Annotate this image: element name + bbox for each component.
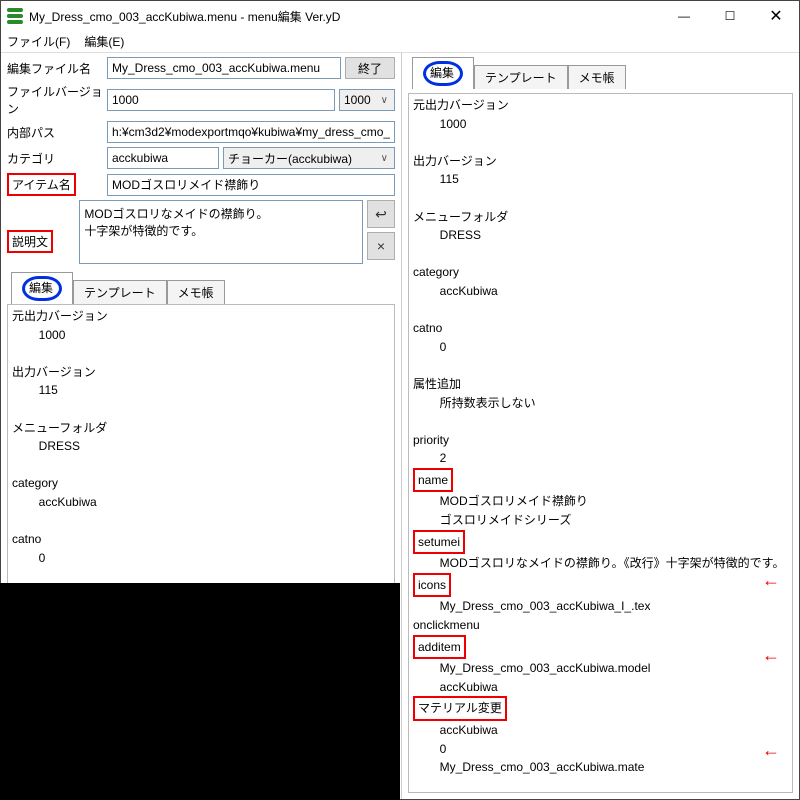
right-label-material: マテリアル変更 (413, 696, 507, 721)
clear-button[interactable]: × (367, 232, 395, 260)
right-label-additem: additem (413, 635, 466, 660)
menu-edit[interactable]: 編集(E) (84, 33, 124, 50)
right-onclick[interactable]: onclickmenu (413, 616, 782, 635)
window-controls: — ☐ ✕ (661, 1, 799, 31)
fileversion-input[interactable] (107, 89, 335, 111)
category-input[interactable] (107, 147, 219, 169)
internalpath-input[interactable] (107, 121, 395, 143)
filename-input[interactable] (107, 57, 341, 79)
description-textarea[interactable] (79, 200, 363, 264)
fileversion-select[interactable]: 1000 (339, 89, 395, 111)
right-tabs: 編集 テンプレート メモ帳 (408, 57, 799, 89)
right-name-body[interactable]: MODゴスロリメイド襟飾り ゴスロリメイドシリーズ (413, 492, 782, 529)
category-select[interactable]: チョーカー(acckubiwa) (223, 147, 395, 169)
left-tab-memo[interactable]: メモ帳 (167, 280, 225, 304)
right-block1[interactable]: 元出力バージョン 1000 出力バージョン 115 メニューフォルダ DRESS… (413, 96, 782, 468)
right-tab-edit[interactable]: 編集 (412, 57, 474, 89)
close-button[interactable]: ✕ (753, 1, 799, 31)
label-category: カテゴリ (7, 150, 107, 167)
label-itemname: アイテム名 (7, 173, 107, 196)
menu-bar: ファイル(F) 編集(E) (1, 31, 799, 53)
label-filename: 編集ファイル名 (7, 60, 107, 77)
right-icons-body[interactable]: My_Dress_cmo_003_accKubiwa_I_.tex (413, 597, 782, 616)
maximize-button[interactable]: ☐ (707, 1, 753, 31)
label-fileversion: ファイルバージョン (7, 83, 107, 117)
swap-button[interactable]: ↩ (367, 200, 395, 228)
right-tab-memo[interactable]: メモ帳 (568, 65, 626, 89)
left-tab-template[interactable]: テンプレート (73, 280, 167, 304)
app-icon (7, 8, 23, 24)
right-additem-body[interactable]: My_Dress_cmo_003_accKubiwa.model accKubi… (413, 659, 782, 696)
right-tab-template[interactable]: テンプレート (474, 65, 568, 89)
left-tab-edit[interactable]: 編集 (11, 272, 73, 304)
right-mat-body[interactable]: accKubiwa 0 My_Dress_cmo_003_accKubiwa.m… (413, 721, 782, 777)
right-label-setumei: setumei (413, 530, 465, 555)
arrow-icon: ← (762, 645, 780, 666)
bottom-black-area (0, 583, 400, 800)
minimize-button[interactable]: — (661, 1, 707, 31)
right-pane: 編集 テンプレート メモ帳 元出力バージョン 1000 出力バージョン 115 … (401, 53, 799, 799)
left-tabs: 編集 テンプレート メモ帳 (7, 272, 401, 304)
menu-file[interactable]: ファイル(F) (7, 33, 70, 50)
label-internalpath: 内部パス (7, 124, 107, 141)
left-editor-text[interactable]: 元出力バージョン 1000 出力バージョン 115 メニューフォルダ DRESS… (12, 307, 394, 605)
form-area: 編集ファイル名 終了 ファイルバージョン 1000 内部パス カテゴリ チョーカ… (1, 53, 401, 272)
right-editor-scroll[interactable]: 元出力バージョン 1000 出力バージョン 115 メニューフォルダ DRESS… (408, 93, 793, 793)
itemname-input[interactable] (107, 174, 395, 196)
exit-button[interactable]: 終了 (345, 57, 395, 79)
arrow-icon: ← (762, 570, 780, 591)
arrow-icon: ← (762, 740, 780, 761)
window-title: My_Dress_cmo_003_accKubiwa.menu - menu編集… (29, 8, 661, 25)
right-label-icons: icons (413, 573, 451, 598)
right-setumei-body[interactable]: MODゴスロリなメイドの襟飾り。《改行》十字架が特徴的です。 (413, 554, 782, 573)
label-description: 説明文 (7, 200, 79, 253)
right-label-name: name (413, 468, 453, 493)
title-bar: My_Dress_cmo_003_accKubiwa.menu - menu編集… (1, 1, 799, 31)
